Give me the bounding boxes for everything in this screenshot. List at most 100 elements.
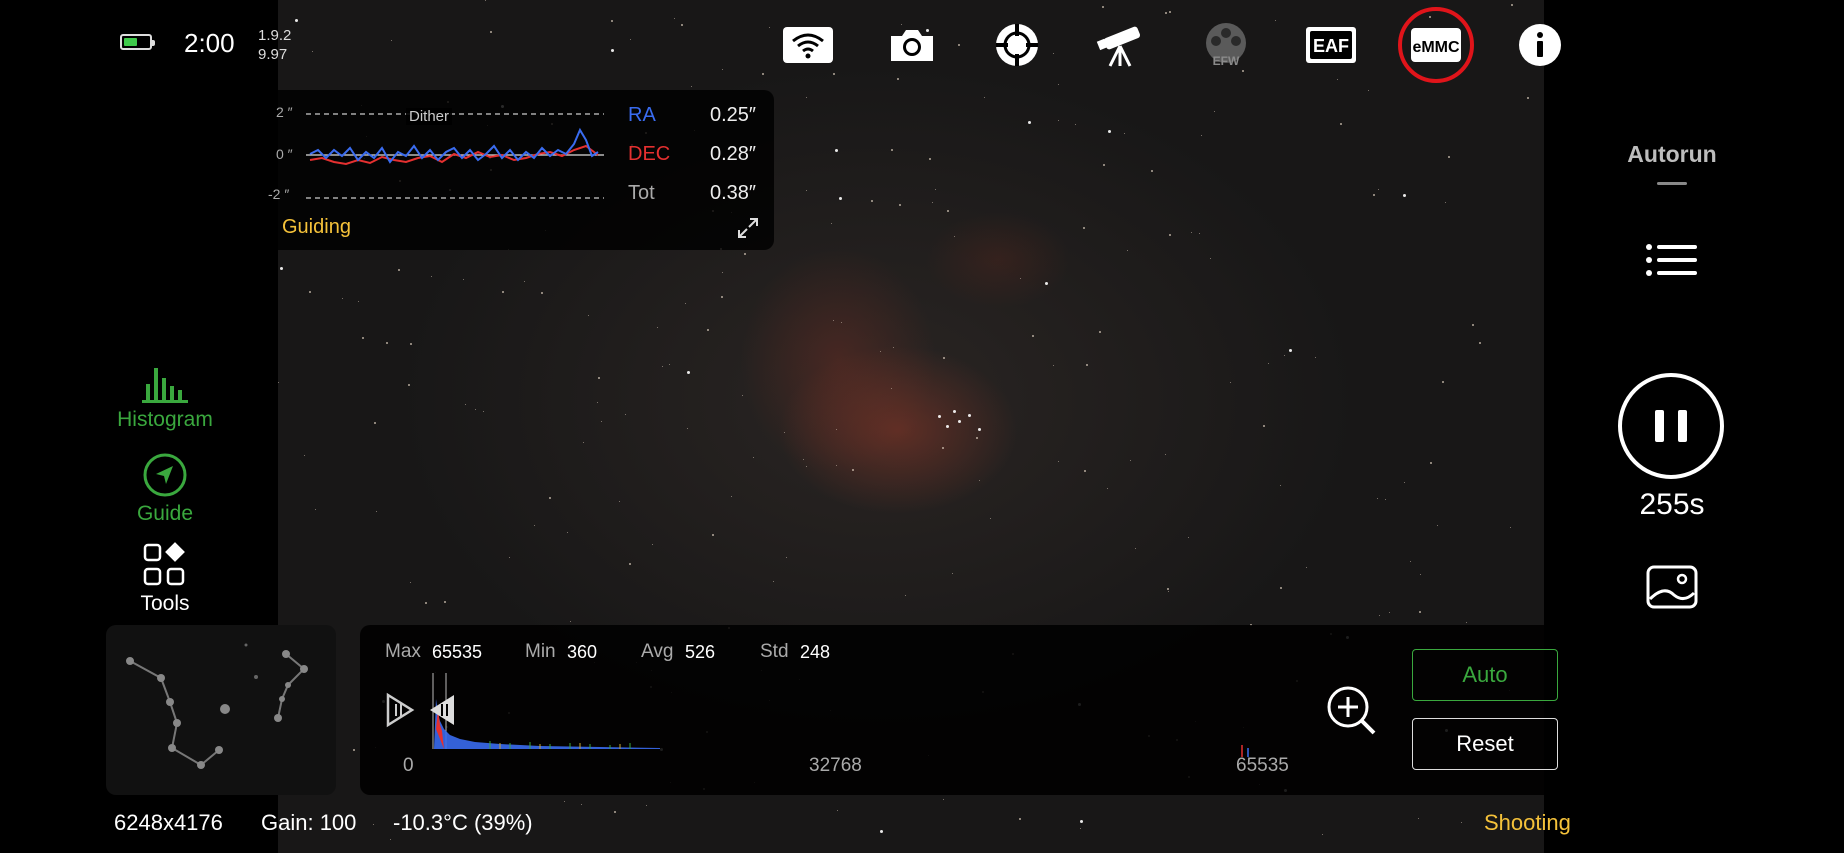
camera-gain: Gain: 100 (261, 810, 357, 835)
star-dot (1032, 335, 1034, 337)
star-dot (1268, 363, 1269, 364)
star-map-thumbnail[interactable] (106, 625, 336, 795)
star-dot (611, 49, 614, 52)
guide-tool[interactable]: Guide (100, 452, 230, 526)
star-dot (721, 296, 723, 298)
star-dot (1108, 130, 1111, 133)
emmc-label: eMMC (1412, 39, 1460, 56)
star-dot (744, 253, 746, 255)
star-dot (1242, 70, 1244, 72)
star-dot (880, 830, 883, 833)
dec-value: 0.28″ (709, 143, 756, 165)
hist-axis-mid: 32768 (809, 755, 862, 776)
star-dot (1028, 121, 1031, 124)
star-dot (954, 236, 955, 237)
image-resolution: 6248x4176 (114, 810, 223, 835)
star-dot (1075, 124, 1076, 125)
star-dot (687, 371, 690, 374)
star-dot (953, 410, 956, 413)
star-dot (1419, 611, 1421, 613)
autorun-tab-indicator (1657, 182, 1687, 185)
star-dot (968, 414, 971, 417)
star-dot (1058, 461, 1059, 462)
star-dot (1280, 485, 1281, 486)
emmc-icon[interactable]: eMMC (1408, 20, 1464, 70)
star-dot (1437, 525, 1438, 526)
star-dot (942, 447, 944, 449)
efw-label: EFW (1213, 54, 1240, 68)
wifi-icon[interactable] (780, 20, 836, 70)
eaf-icon[interactable]: EAF (1303, 20, 1359, 70)
crosshair-icon[interactable] (989, 20, 1045, 70)
list-menu-icon[interactable] (1645, 242, 1699, 284)
star-dot (1280, 587, 1282, 589)
star-dot (1135, 548, 1136, 549)
pause-button[interactable] (1617, 372, 1725, 480)
guiding-axis-top: 2 ″ (276, 104, 293, 120)
std-value: 248 (800, 642, 831, 662)
status-time: 2:00 (184, 28, 235, 58)
star-dot (1019, 818, 1021, 820)
star-dot (897, 78, 899, 80)
star-dot (1389, 612, 1390, 613)
star-dot (893, 347, 894, 348)
star-dot (687, 428, 688, 429)
histogram-tool-label: Histogram (117, 408, 213, 431)
star-dot (742, 395, 743, 396)
star-dot (564, 801, 565, 802)
star-dot (386, 342, 388, 344)
star-dot (1263, 425, 1265, 427)
star-dot (1127, 250, 1128, 251)
star-dot (1306, 567, 1307, 568)
star-dot (786, 557, 787, 558)
star-dot (1168, 591, 1169, 592)
white-point-slider[interactable] (426, 691, 460, 729)
star-dot (1430, 462, 1432, 464)
version-line-2: 9.97 (258, 46, 288, 63)
tools-label: Tools (140, 592, 190, 615)
star-dot (1403, 194, 1406, 197)
star-dot (990, 518, 991, 519)
info-icon[interactable] (1512, 20, 1568, 70)
star-dot (1442, 381, 1444, 383)
histogram-panel: Max 65535 Min 360 Avg 526 Std 248 0 3276… (360, 625, 1584, 795)
star-dot (685, 303, 686, 304)
star-dot (984, 97, 985, 98)
star-dot (1080, 828, 1081, 829)
battery-icon (120, 34, 155, 50)
camera-icon[interactable] (884, 20, 940, 70)
expand-icon[interactable] (736, 216, 760, 240)
min-label: Min (525, 641, 556, 662)
star-dot (312, 51, 313, 52)
histogram-tool[interactable]: Histogram (100, 364, 230, 432)
star-dot (309, 291, 311, 293)
efw-icon[interactable]: EFW (1198, 20, 1254, 70)
telescope-icon[interactable] (1094, 20, 1150, 70)
star-dot (952, 573, 953, 574)
star-dot (1418, 818, 1419, 819)
tools-menu[interactable]: Tools (100, 542, 230, 616)
avg-value: 526 (685, 642, 716, 662)
zoom-in-icon[interactable] (1326, 685, 1378, 737)
star-dot (1199, 233, 1200, 234)
star-dot (1379, 615, 1380, 616)
star-dot (1368, 90, 1369, 91)
max-label: Max (385, 641, 421, 662)
star-dot (358, 301, 359, 302)
star-dot (534, 525, 535, 526)
star-dot (1340, 123, 1342, 125)
max-value: 65535 (432, 642, 483, 662)
gallery-icon[interactable] (1646, 565, 1698, 609)
guiding-panel[interactable]: 2 ″ 0 ″ -2 ″ Dither RA 0.25″ DEC 0.28″ T… (258, 90, 774, 250)
star-dot (1058, 84, 1059, 85)
auto-stretch-button[interactable]: Auto (1412, 649, 1558, 701)
version-info: 1.9.2 9.97 (258, 26, 291, 64)
star-dot (410, 343, 412, 345)
star-dot (278, 382, 279, 383)
reset-stretch-button[interactable]: Reset (1412, 718, 1558, 770)
star-dot (391, 40, 392, 41)
star-dot (410, 582, 411, 583)
black-point-slider[interactable] (384, 691, 420, 729)
star-dot (669, 364, 670, 365)
autorun-tab[interactable]: Autorun (1620, 141, 1724, 168)
